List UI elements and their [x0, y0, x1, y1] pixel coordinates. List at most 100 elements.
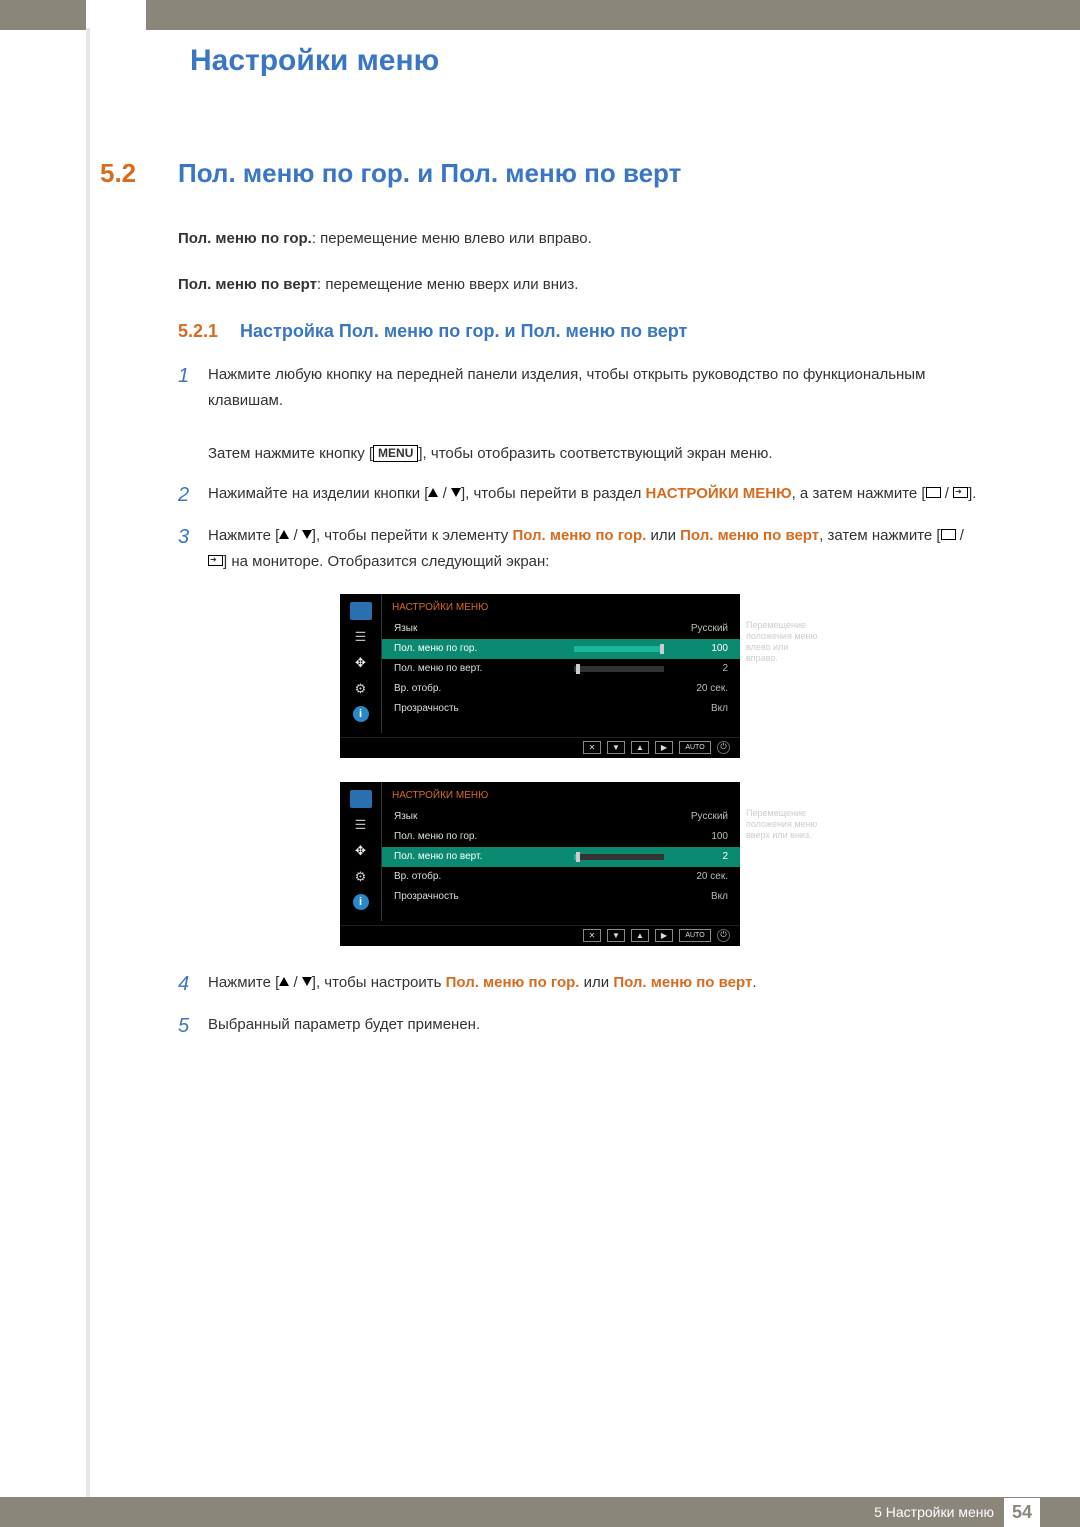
s3-post: , затем нажмите [ [819, 527, 940, 544]
osd-label: Пол. меню по верт. [394, 663, 574, 674]
osd-body: НАСТРОЙКИ МЕНЮ Язык Русский Пол. меню по… [382, 782, 740, 921]
osd-value: 2 [672, 851, 728, 862]
s3-mid: ], чтобы перейти к элементу [312, 527, 513, 544]
step-text: Нажимайте на изделии кнопки [ / ], чтобы… [208, 481, 976, 509]
osd-row-time: Вр. отобр. 20 сек. [382, 867, 740, 887]
osd-label: Вр. отобр. [394, 871, 672, 882]
step-text: Нажмите любую кнопку на передней панели … [208, 362, 980, 467]
step-number: 5 [178, 1012, 208, 1040]
osd-nav-bar: ✕ ▼ ▲ ▶ AUTO ⏻ [340, 925, 740, 942]
step-5: 5 Выбранный параметр будет применен. [178, 1012, 980, 1040]
osd-row-vpos: Пол. меню по верт. 2 [382, 659, 740, 679]
enter-icon [208, 555, 223, 566]
slider-icon [574, 666, 664, 672]
osd-nav-bar: ✕ ▼ ▲ ▶ AUTO ⏻ [340, 737, 740, 754]
osd-label: Вр. отобр. [394, 683, 672, 694]
step-text: Нажмите [ / ], чтобы настроить Пол. меню… [208, 970, 756, 998]
osd-row-time: Вр. отобр. 20 сек. [382, 679, 740, 699]
chapter-title: Настройки меню [190, 44, 980, 78]
list-icon: ☰ [350, 816, 372, 834]
right-icon: ▶ [655, 929, 673, 942]
osd-value: 20 сек. [672, 871, 728, 882]
monitor-icon [350, 602, 372, 620]
s4-end: . [752, 974, 756, 991]
subsection-number: 5.2.1 [178, 321, 240, 342]
right-icon: ▶ [655, 741, 673, 754]
gear-icon: ⚙ [350, 868, 372, 886]
section-number: 5.2 [100, 158, 178, 189]
osd-value: Русский [672, 623, 728, 634]
osd-label: Язык [394, 811, 672, 822]
up-icon: ▲ [631, 929, 649, 942]
osd-vpos: ☰ ✥ ⚙ i НАСТРОЙКИ МЕНЮ Язык Русский Пол.… [340, 782, 740, 946]
slider-icon [574, 854, 664, 860]
osd-value: 2 [672, 663, 728, 674]
osd-label: Прозрачность [394, 891, 672, 902]
step-1: 1 Нажмите любую кнопку на передней панел… [178, 362, 980, 467]
osd-side-icons: ☰ ✥ ⚙ i [340, 594, 382, 733]
step-number: 1 [178, 362, 208, 467]
step-2: 2 Нажимайте на изделии кнопки [ / ], что… [178, 481, 980, 509]
up-triangle-icon [428, 488, 438, 497]
footer-chapter: 5 Настройки меню [874, 1504, 994, 1520]
step-text: Нажмите [ / ], чтобы перейти к элементу … [208, 523, 980, 576]
down-triangle-icon [302, 977, 312, 986]
section-title: Пол. меню по гор. и Пол. меню по верт [178, 158, 681, 189]
s3-end: ] на мониторе. Отобразится следующий экр… [223, 553, 549, 570]
osd-tooltip: Перемещение положения меню влево или впр… [746, 620, 822, 665]
monitor-icon [350, 790, 372, 808]
step-text: Выбранный параметр будет применен. [208, 1012, 480, 1040]
osd-row-hpos: Пол. меню по гор. 100 [382, 827, 740, 847]
osd-label: Пол. меню по гор. [394, 643, 574, 654]
s4-h: Пол. меню по гор. [446, 974, 580, 991]
subsection-title: Настройка Пол. меню по гор. и Пол. меню … [240, 321, 687, 342]
side-strip [86, 28, 90, 1500]
osd-value: Вкл [672, 703, 728, 714]
s3-or: или [646, 527, 680, 544]
intro-vpos-desc: : перемещение меню вверх или вниз. [317, 276, 579, 293]
s4-pre: Нажмите [ [208, 974, 279, 991]
s2-mid: ], чтобы перейти в раздел [461, 485, 646, 502]
s4-mid: ], чтобы настроить [312, 974, 446, 991]
osd-value: Русский [672, 811, 728, 822]
move-icon: ✥ [350, 654, 372, 672]
s2-pre: Нажимайте на изделии кнопки [ [208, 485, 428, 502]
s4-or: или [579, 974, 613, 991]
s2-bold: НАСТРОЙКИ МЕНЮ [646, 485, 792, 502]
osd-value: 20 сек. [672, 683, 728, 694]
osd-row-lang: Язык Русский [382, 619, 740, 639]
steps-list-cont: 4 Нажмите [ / ], чтобы настроить Пол. ме… [178, 970, 980, 1040]
down-triangle-icon [302, 530, 312, 539]
osd-side-icons: ☰ ✥ ⚙ i [340, 782, 382, 921]
down-icon: ▼ [607, 741, 625, 754]
up-icon: ▲ [631, 741, 649, 754]
step1b-post: ], чтобы отобразить соответствующий экра… [418, 445, 772, 462]
osd-value: 100 [672, 831, 728, 842]
intro-hpos-desc: : перемещение меню влево или вправо. [312, 230, 592, 247]
page-number: 54 [1004, 1498, 1040, 1527]
intro-vpos: Пол. меню по верт: перемещение меню ввер… [178, 273, 980, 297]
s3-pre: Нажмите [ [208, 527, 279, 544]
steps-list: 1 Нажмите любую кнопку на передней панел… [178, 362, 980, 576]
s4-v: Пол. меню по верт [613, 974, 752, 991]
step-3: 3 Нажмите [ / ], чтобы перейти к элемент… [178, 523, 980, 576]
osd-body: НАСТРОЙКИ МЕНЮ Язык Русский Пол. меню по… [382, 594, 740, 733]
step-number: 4 [178, 970, 208, 998]
step1b-pre: Затем нажмите кнопку [ [208, 445, 373, 462]
osd-label: Язык [394, 623, 672, 634]
step-4: 4 Нажмите [ / ], чтобы настроить Пол. ме… [178, 970, 980, 998]
osd-title: НАСТРОЙКИ МЕНЮ [382, 600, 740, 619]
osd-row-trans: Прозрачность Вкл [382, 887, 740, 907]
osd-row-hpos-selected: Пол. меню по гор. 100 [382, 639, 740, 659]
list-icon: ☰ [350, 628, 372, 646]
s2-post: , а затем нажмите [ [792, 485, 926, 502]
auto-button: AUTO [679, 929, 711, 942]
menu-button-icon: MENU [373, 445, 418, 462]
power-icon: ⏻ [717, 929, 730, 942]
enter-icon [953, 487, 968, 498]
rect-icon [941, 529, 956, 540]
s3-h: Пол. меню по гор. [512, 527, 646, 544]
close-icon: ✕ [583, 929, 601, 942]
step1a: Нажмите любую кнопку на передней панели … [208, 366, 925, 409]
rect-icon [926, 487, 941, 498]
